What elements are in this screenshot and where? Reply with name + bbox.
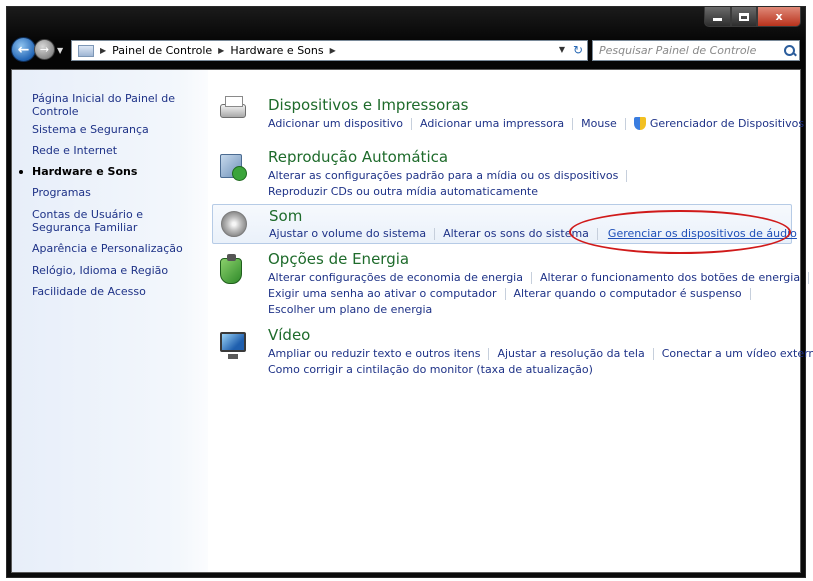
link-row: Exigir uma senha ao ativar o computador … xyxy=(268,287,759,300)
maximize-button[interactable] xyxy=(731,7,757,27)
sidebar-item-system-security[interactable]: Sistema e Segurança xyxy=(32,123,202,136)
link-change-sounds[interactable]: Alterar os sons do sistema xyxy=(443,227,589,240)
separator xyxy=(808,271,810,284)
close-button[interactable]: x xyxy=(757,7,801,27)
control-panel-icon xyxy=(78,44,94,57)
forward-arrow-icon: → xyxy=(39,43,50,56)
link-power-plan[interactable]: Escolher um plano de energia xyxy=(268,303,432,316)
minimize-button[interactable] xyxy=(704,7,731,27)
link-autoplay-defaults[interactable]: Alterar as configurações padrão para a m… xyxy=(268,169,618,182)
category-title[interactable]: Som xyxy=(269,207,302,225)
category-title[interactable]: Reprodução Automática xyxy=(268,148,448,166)
sidebar-item-ease-of-access[interactable]: Facilidade de Acesso xyxy=(32,285,202,298)
separator xyxy=(652,347,654,360)
separator xyxy=(434,227,436,240)
link-row: Ampliar ou reduzir texto e outros itens … xyxy=(268,347,813,360)
link-add-device[interactable]: Adicionar um dispositivo xyxy=(268,117,403,130)
sidebar-item-network[interactable]: Rede e Internet xyxy=(32,144,202,157)
chevron-right-icon[interactable]: ▶ xyxy=(218,46,224,55)
speaker-icon[interactable] xyxy=(221,211,247,237)
link-power-buttons[interactable]: Alterar o funcionamento dos botões de en… xyxy=(540,271,800,284)
search-icon[interactable] xyxy=(781,42,799,60)
link-row: Como corrigir a cintilação do monitor (t… xyxy=(268,363,593,376)
main-panel: Dispositivos e Impressoras Adicionar um … xyxy=(208,70,813,572)
sidebar: Página Inicial do Painel de Controle Sis… xyxy=(12,70,208,572)
display-icon[interactable] xyxy=(220,332,246,359)
window-caption-buttons: x xyxy=(704,7,801,27)
sidebar-item-hardware-sound[interactable]: Hardware e Sons xyxy=(19,165,202,178)
separator xyxy=(626,169,628,182)
link-row: Alterar as configurações padrão para a m… xyxy=(268,169,635,182)
separator xyxy=(411,117,412,130)
search-input[interactable]: Pesquisar Painel de Controle xyxy=(593,44,781,57)
category-title[interactable]: Dispositivos e Impressoras xyxy=(268,96,469,114)
breadcrumb-control-panel[interactable]: Painel de Controle xyxy=(112,44,212,57)
sidebar-item-home[interactable]: Página Inicial do Painel de Controle xyxy=(32,92,202,118)
link-row: Adicionar um dispositivo Adicionar uma i… xyxy=(268,117,804,130)
recent-pages-dropdown[interactable]: ▼ xyxy=(57,46,63,55)
separator xyxy=(624,117,626,130)
navigation-bar: ← → ▼ ▶ Painel de Controle ▶ Hardware e … xyxy=(7,35,805,65)
active-bullet-icon xyxy=(19,170,23,174)
separator xyxy=(530,271,532,284)
control-panel-window: x ← → ▼ ▶ Painel de Controle ▶ Hardware … xyxy=(6,6,813,578)
link-external-display[interactable]: Conectar a um vídeo externo xyxy=(662,347,813,360)
link-row: Escolher um plano de energia xyxy=(268,303,432,316)
shield-icon xyxy=(633,117,646,130)
refresh-icon[interactable]: ↻ xyxy=(573,43,583,57)
category-autoplay: Reprodução Automática Alterar as configu… xyxy=(208,148,788,198)
separator xyxy=(572,117,574,130)
link-energy-saving[interactable]: Alterar configurações de economia de ene… xyxy=(268,271,523,284)
category-display: Vídeo Ampliar ou reduzir texto e outros … xyxy=(208,326,813,376)
link-sleep-settings[interactable]: Alterar quando o computador é suspenso xyxy=(514,287,742,300)
sidebar-item-programs[interactable]: Programas xyxy=(32,186,202,199)
breadcrumb-hardware-sound[interactable]: Hardware e Sons xyxy=(230,44,323,57)
annotation-ellipse xyxy=(569,210,791,254)
chevron-right-icon[interactable]: ▶ xyxy=(330,46,336,55)
link-row: Alterar configurações de economia de ene… xyxy=(268,271,813,284)
category-title[interactable]: Opções de Energia xyxy=(268,250,409,268)
separator xyxy=(504,287,506,300)
separator xyxy=(488,347,490,360)
power-options-icon[interactable] xyxy=(220,254,242,284)
forward-button[interactable]: → xyxy=(34,39,55,60)
separator xyxy=(749,287,751,300)
back-arrow-icon: ← xyxy=(17,41,30,58)
sidebar-item-label: Hardware e Sons xyxy=(32,165,138,178)
link-screen-resolution[interactable]: Ajustar a resolução da tela xyxy=(497,347,644,360)
close-icon: x xyxy=(775,10,783,23)
link-add-printer[interactable]: Adicionar uma impressora xyxy=(420,117,564,130)
address-dropdown-icon[interactable]: ▼ xyxy=(559,45,565,54)
link-adjust-volume[interactable]: Ajustar o volume do sistema xyxy=(269,227,426,240)
content-area: Página Inicial do Painel de Controle Sis… xyxy=(11,69,813,573)
link-row: Reproduzir CDs ou outra mídia automatica… xyxy=(268,185,538,198)
chevron-right-icon[interactable]: ▶ xyxy=(100,46,106,55)
search-box[interactable]: Pesquisar Painel de Controle xyxy=(592,40,800,61)
address-bar[interactable]: ▶ Painel de Controle ▶ Hardware e Sons ▶… xyxy=(71,40,588,61)
category-devices-printers: Dispositivos e Impressoras Adicionar um … xyxy=(208,92,804,136)
link-text-size[interactable]: Ampliar ou reduzir texto e outros itens xyxy=(268,347,480,360)
link-device-manager[interactable]: Gerenciador de Dispositivos xyxy=(650,117,804,130)
link-require-password[interactable]: Exigir uma senha ao ativar o computador xyxy=(268,287,497,300)
sidebar-item-appearance[interactable]: Aparência e Personalização xyxy=(32,242,202,255)
printer-icon[interactable] xyxy=(220,96,246,118)
link-mouse[interactable]: Mouse xyxy=(581,117,617,130)
link-monitor-flicker[interactable]: Como corrigir a cintilação do monitor (t… xyxy=(268,363,593,376)
sidebar-item-user-accounts[interactable]: Contas de Usuário e Segurança Familiar xyxy=(32,208,202,234)
autoplay-icon[interactable] xyxy=(220,154,247,181)
minimize-icon xyxy=(713,18,722,21)
link-play-cds[interactable]: Reproduzir CDs ou outra mídia automatica… xyxy=(268,185,538,198)
back-button[interactable]: ← xyxy=(11,37,36,62)
maximize-icon xyxy=(739,12,749,21)
sidebar-item-clock-region[interactable]: Relógio, Idioma e Região xyxy=(32,264,202,277)
category-title[interactable]: Vídeo xyxy=(268,326,310,344)
category-power-options: Opções de Energia Alterar configurações … xyxy=(208,250,810,316)
